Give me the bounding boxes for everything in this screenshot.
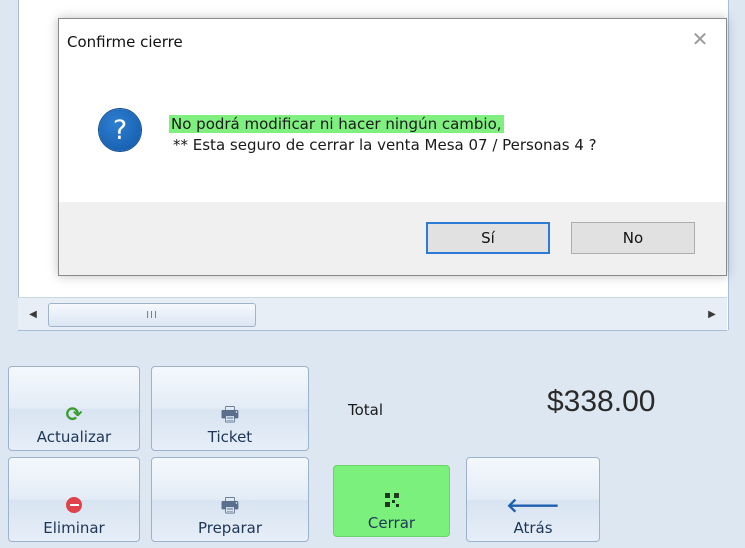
dialog-message-question: ** Esta seguro de cerrar la venta Mesa 0… [173,136,597,154]
confirm-close-dialog: Confirme cierre ✕ ? No podrá modificar n… [58,18,727,276]
printer-icon: 🖶 [220,402,240,426]
yes-button[interactable]: Sí [426,222,550,254]
cerrar-label: Cerrar [367,514,416,532]
atras-button[interactable]: 🡐 Atrás [466,457,600,542]
delete-icon [66,497,82,513]
eliminar-label: Eliminar [43,519,105,537]
scroll-right-arrow-icon[interactable]: ▶ [699,298,725,330]
dialog-footer: Sí No [59,202,726,275]
dialog-message-warning: No podrá modificar ni hacer ningún cambi… [169,115,504,133]
eliminar-button[interactable]: Eliminar [8,457,140,542]
refresh-icon: ⟳ [65,402,83,426]
cerrar-button[interactable]: Cerrar [333,465,450,537]
close-icon[interactable]: ✕ [688,27,712,51]
no-button[interactable]: No [571,222,695,254]
preparar-label: Preparar [197,519,263,537]
printer-icon: 🖶 [220,493,240,517]
dialog-title: Confirme cierre [67,33,183,51]
scrollbar-thumb[interactable]: III [48,303,256,327]
horizontal-scrollbar[interactable]: ◀ III ▶ [18,297,727,331]
total-value: $338.00 [547,385,656,418]
total-label: Total [348,401,384,419]
ticket-label: Ticket [207,428,253,446]
actualizar-label: Actualizar [36,428,112,446]
scroll-left-arrow-icon[interactable]: ◀ [20,298,46,330]
panel-edge [8,0,18,330]
preparar-button[interactable]: 🖶 Preparar [151,457,309,542]
qr-code-icon [384,493,399,507]
actualizar-button[interactable]: ⟳ Actualizar [8,366,140,451]
arrow-left-icon: 🡐 [506,493,560,517]
question-icon: ? [99,109,141,151]
atras-label: Atrás [513,519,553,537]
ticket-button[interactable]: 🖶 Ticket [151,366,309,451]
